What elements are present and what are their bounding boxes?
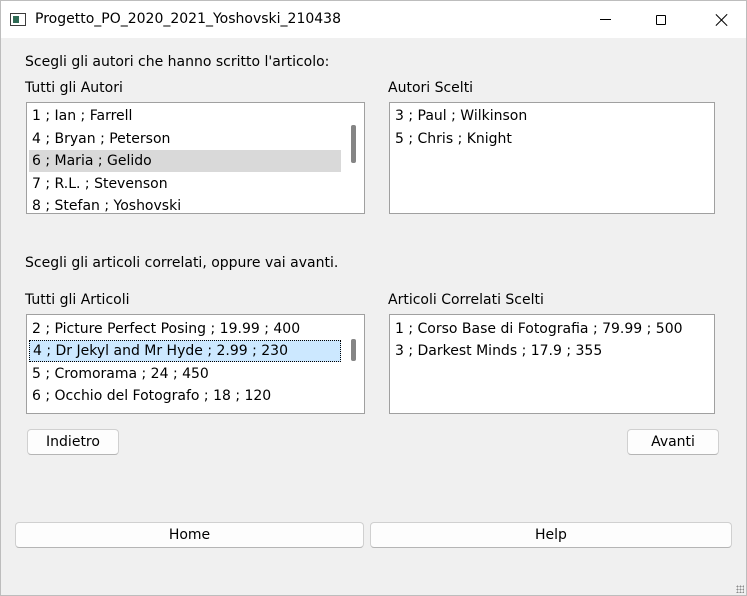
maximize-button[interactable] <box>638 1 684 38</box>
list-item[interactable]: 4 ; Bryan ; Peterson <box>29 128 339 150</box>
all-authors-label: Tutti gli Autori <box>25 80 123 96</box>
articles-prompt: Scegli gli articoli correlati, oppure va… <box>25 255 339 271</box>
all-authors-list[interactable]: 1 ; Ian ; Farrell 4 ; Bryan ; Peterson 6… <box>26 102 365 214</box>
minimize-button[interactable] <box>582 1 628 38</box>
app-icon <box>10 13 26 26</box>
all-articles-list[interactable]: 2 ; Picture Perfect Posing ; 19.99 ; 400… <box>26 314 365 414</box>
maximize-icon <box>656 14 666 25</box>
next-button[interactable]: Avanti <box>627 429 719 455</box>
scroll-thumb[interactable] <box>351 125 356 163</box>
list-item[interactable]: 7 ; R.L. ; Stevenson <box>29 173 339 195</box>
chosen-authors-list[interactable]: 3 ; Paul ; Wilkinson 5 ; Chris ; Knight <box>389 102 715 214</box>
resize-grip-icon[interactable] <box>736 585 744 593</box>
scrollbar[interactable] <box>342 315 364 413</box>
list-item[interactable]: 5 ; Cromorama ; 24 ; 450 <box>29 363 339 385</box>
title-bar[interactable]: Progetto_PO_2020_2021_Yoshovski_210438 <box>1 1 746 38</box>
list-item-selected[interactable]: 4 ; Dr Jekyl and Mr Hyde ; 2.99 ; 230 <box>29 340 341 362</box>
close-icon <box>715 14 727 26</box>
list-item[interactable]: 1 ; Ian ; Farrell <box>29 105 339 127</box>
minimize-icon <box>599 19 611 20</box>
back-button[interactable]: Indietro <box>27 429 119 455</box>
window-title: Progetto_PO_2020_2021_Yoshovski_210438 <box>35 11 341 27</box>
list-item[interactable]: 2 ; Picture Perfect Posing ; 19.99 ; 400 <box>29 318 339 340</box>
chosen-authors-label: Autori Scelti <box>388 80 474 96</box>
list-item[interactable]: 8 ; Stefan ; Yoshovski <box>29 195 339 213</box>
chosen-articles-list[interactable]: 1 ; Corso Base di Fotografia ; 79.99 ; 5… <box>389 314 715 414</box>
home-button[interactable]: Home <box>15 522 364 548</box>
scroll-thumb[interactable] <box>351 339 356 361</box>
help-button[interactable]: Help <box>370 522 732 548</box>
list-item[interactable]: 3 ; Darkest Minds ; 17.9 ; 355 <box>392 340 712 362</box>
list-item[interactable]: 1 ; Corso Base di Fotografia ; 79.99 ; 5… <box>392 318 712 340</box>
app-window: Progetto_PO_2020_2021_Yoshovski_210438 S… <box>0 0 747 596</box>
authors-prompt: Scegli gli autori che hanno scritto l'ar… <box>25 54 330 70</box>
all-articles-label: Tutti gli Articoli <box>25 292 130 308</box>
list-item[interactable]: 3 ; Paul ; Wilkinson <box>392 105 712 127</box>
scrollbar[interactable] <box>342 103 364 213</box>
list-item[interactable]: 6 ; Occhio del Fotografo ; 18 ; 120 <box>29 385 339 407</box>
close-button[interactable] <box>698 1 744 38</box>
chosen-articles-label: Articoli Correlati Scelti <box>388 292 544 308</box>
list-item-selected[interactable]: 6 ; Maria ; Gelido <box>29 150 341 172</box>
list-item[interactable]: 5 ; Chris ; Knight <box>392 128 712 150</box>
